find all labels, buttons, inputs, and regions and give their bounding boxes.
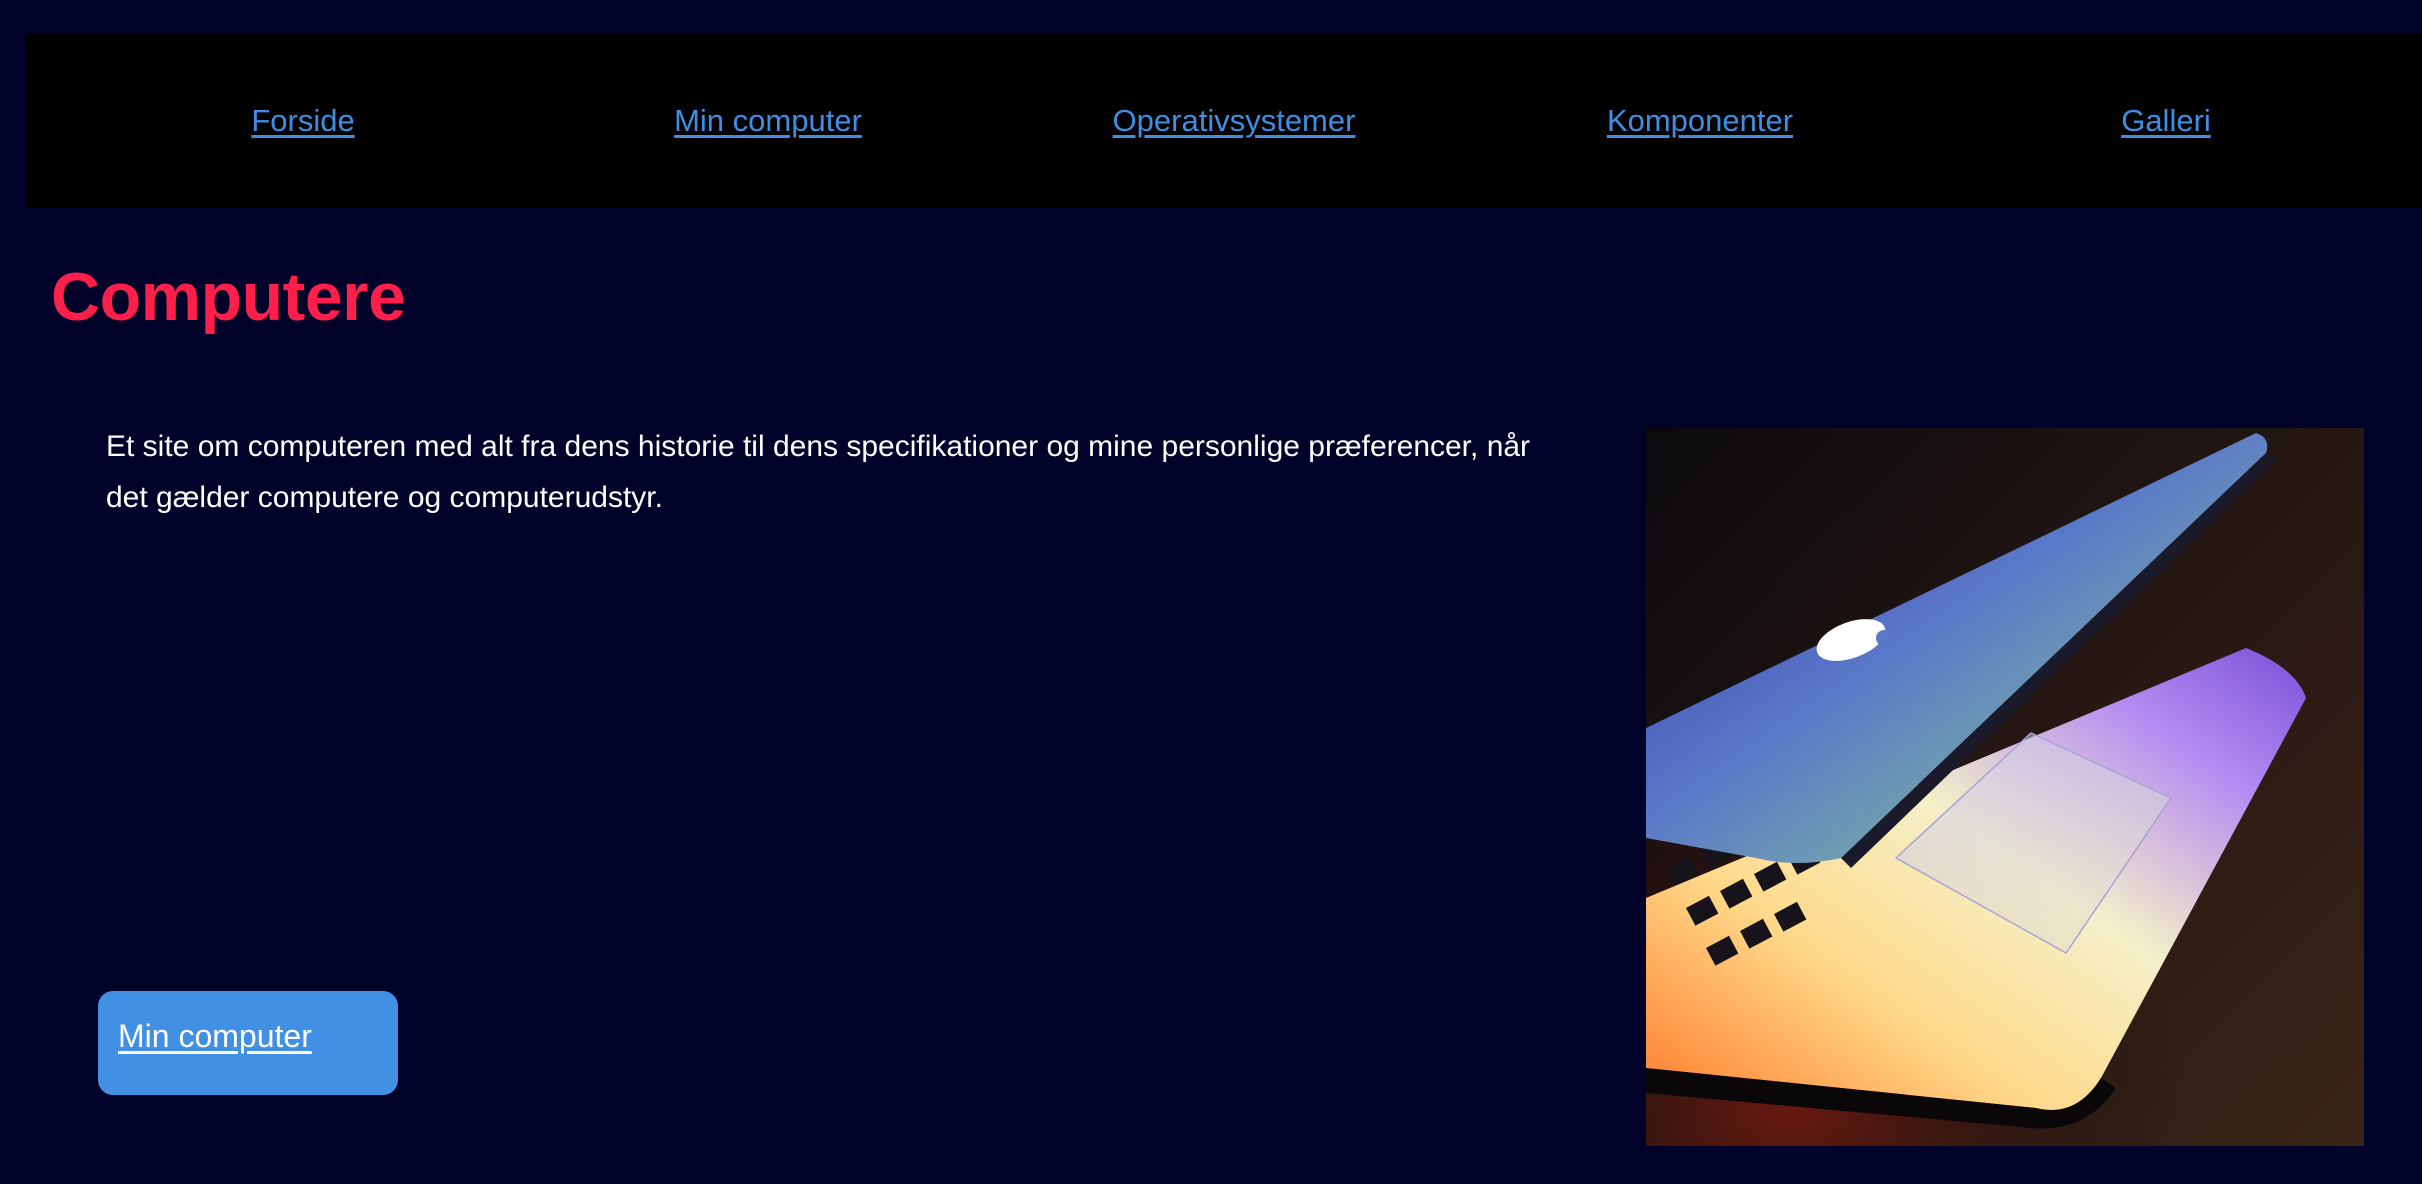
page-title: Computere: [51, 259, 406, 335]
nav-link-operativsystemer[interactable]: Operativsystemer: [1113, 34, 1356, 208]
nav-link-min-computer[interactable]: Min computer: [674, 34, 862, 208]
min-computer-button[interactable]: Min computer: [98, 991, 398, 1095]
main-navigation: Forside Min computer Operativsystemer Ko…: [25, 34, 2422, 208]
nav-link-komponenter[interactable]: Komponenter: [1607, 34, 1793, 208]
nav-link-forside[interactable]: Forside: [251, 34, 354, 208]
laptop-image: [1646, 428, 2364, 1146]
intro-text: Et site om computeren med alt fra dens h…: [106, 430, 1531, 514]
nav-link-galleri[interactable]: Galleri: [2121, 34, 2211, 208]
